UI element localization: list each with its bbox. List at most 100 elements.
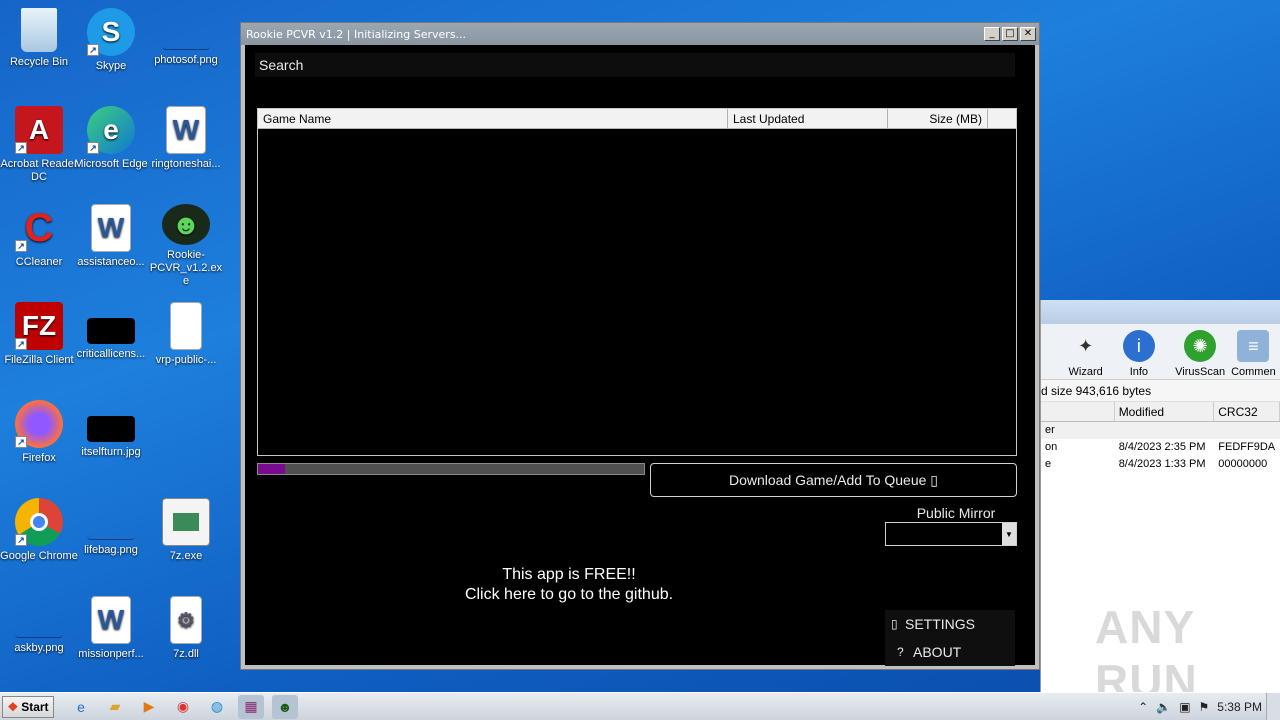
search-input[interactable]: Search [255,53,1015,77]
game-list-table[interactable]: Game Name Last Updated Size (MB) [257,108,1017,456]
column-last-updated[interactable]: Last Updated [728,109,888,129]
github-link[interactable]: This app is FREE!! Click here to go to t… [395,565,743,605]
start-label: Start [21,699,49,714]
desktop-icon-missionperf[interactable]: W missionperf... [72,590,150,680]
public-mirror-select[interactable]: ▼ [885,522,1017,546]
settings-button[interactable]: ▯ SETTINGS [885,610,1015,638]
image-file-icon [87,416,135,442]
desktop-icon-label: itselfturn.jpg [81,446,141,458]
chevron-down-icon[interactable]: ▼ [1002,523,1016,545]
window-title: Rookie PCVR v1.2 | Initializing Servers.… [246,27,467,41]
comment-icon: ≡ [1237,330,1270,362]
list-item-crc: 00000000 [1218,458,1268,470]
window-titlebar[interactable]: Rookie PCVR v1.2 | Initializing Servers.… [241,23,1039,45]
tool-label: Wizard [1068,366,1103,378]
tool-label: VirusScan [1175,366,1226,378]
volume-icon[interactable]: 🔈 [1156,700,1171,714]
download-game-button[interactable]: Download Game/Add To Queue ▯ [650,463,1017,497]
winrar-taskbar-icon[interactable]: ▦ [238,694,264,719]
start-button[interactable]: ❖ Start [2,695,54,718]
list-item[interactable]: on 8/4/2023 2:35 PM FEDFF9DA [1041,439,1280,456]
action-center-flag-icon[interactable]: ⚑ [1199,700,1210,714]
desktop-icon-askby[interactable]: askby.png [0,590,78,680]
wizard-icon: ✦ [1078,335,1094,356]
desktop-icon-filezilla[interactable]: FZ ↗ FileZilla Client [0,296,78,386]
desktop-icon-label: Recycle Bin [9,56,69,68]
taskbar: ❖ Start e ▰ ▶ ◉ ◍ ▦ ☻ ⌃ 🔈 ▣ ⚑ 5:38 PM [0,692,1280,720]
desktop-icon-photosof[interactable]: photosof.png [147,2,225,92]
rookie-taskbar-icon[interactable]: ☻ [272,694,298,719]
column-modified[interactable]: Modified [1115,402,1215,421]
system-tray: ⌃ 🔈 ▣ ⚑ 5:38 PM [1134,693,1280,720]
list-item[interactable]: er [1041,422,1280,439]
background-window-titlebar [1041,300,1280,324]
virusscan-icon: ✺ [1184,330,1217,362]
desktop-icon-label: Firefox [22,452,56,464]
desktop-icon-acrobat[interactable]: A ↗ Acrobat Reader DC [0,100,78,190]
column-game-name[interactable]: Game Name [258,109,728,129]
desktop-icon-recycle-bin[interactable]: Recycle Bin [0,2,78,92]
desktop-icon-assistanceo[interactable]: W assistanceo... [72,198,150,288]
chrome-taskbar-icon[interactable]: ◉ [170,695,196,719]
explorer-folder-icon[interactable]: ▰ [102,695,128,719]
background-window-toolbar: ✦ Wizard i Info ✺ VirusScan ≡ Commen [1041,324,1280,380]
network-icon[interactable]: ▣ [1179,700,1190,714]
desktop-icon-label: 7z.dll [173,648,199,660]
info-icon: i [1122,330,1155,362]
list-item[interactable]: e 8/4/2023 1:33 PM 00000000 [1041,456,1280,473]
tray-expand-icon[interactable]: ⌃ [1138,700,1148,714]
minimize-button[interactable]: _ [984,27,1000,41]
tool-info[interactable]: i Info [1112,324,1165,380]
recycle-bin-icon [21,8,57,52]
desktop-icon-7z-dll[interactable]: ⚙ 7z.dll [147,590,225,680]
tool-wizard[interactable]: ✦ Wizard [1059,324,1112,380]
list-item-modified: 8/4/2023 1:33 PM [1118,458,1206,470]
ie-icon[interactable]: e [68,695,94,719]
list-item-name: er [1045,424,1055,436]
close-button[interactable]: ✕ [1020,27,1036,41]
clock[interactable]: 5:38 PM [1217,700,1262,714]
desktop-icon-criticallicens[interactable]: criticallicens... [72,296,150,386]
public-mirror-value [886,523,1002,545]
github-link-text: Click here to go to the github. [464,586,674,603]
rookie-pcvr-window[interactable]: Rookie PCVR v1.2 | Initializing Servers.… [240,22,1040,670]
desktop-icon-itselfturn[interactable]: itselfturn.jpg [72,394,150,484]
game-list-header: Game Name Last Updated Size (MB) [258,109,1016,129]
desktop-icon-label: assistanceo... [77,256,145,268]
desktop-icon-skype[interactable]: S ↗ Skype [72,2,150,92]
settings-label: SETTINGS [905,616,976,632]
word-doc-icon: W [166,106,206,154]
desktop-icon-label: Skype [95,60,127,72]
desktop-icon-firefox[interactable]: ↗ Firefox [0,394,78,484]
desktop-icon-chrome[interactable]: ↗ Google Chrome [0,492,78,582]
chrome-icon: ↗ [15,498,63,546]
tool-comment[interactable]: ≡ Commen [1227,324,1280,380]
desktop-icon-7z-exe[interactable]: 7z.exe [147,492,225,582]
column-size-mb[interactable]: Size (MB) [888,109,988,129]
windows-logo-icon: ❖ [7,699,19,714]
tool-virusscan[interactable]: ✺ VirusScan [1174,324,1227,380]
about-button[interactable]: ? ABOUT [885,638,1015,666]
desktop-icon-ccleaner[interactable]: C ↗ CCleaner [0,198,78,288]
edge-icon: e ↗ [87,106,135,154]
desktop-icon-label: Rookie-PCVR_v1.2.exe [149,249,223,287]
desktop-icon-lifebag[interactable]: lifebag.png [72,492,150,582]
desktop-icon-edge[interactable]: e ↗ Microsoft Edge [72,100,150,190]
desktop-icon-label: Google Chrome [0,550,78,562]
list-item-name: e [1045,458,1052,470]
tool-label: Commen [1231,366,1276,378]
show-desktop-button[interactable] [1266,693,1280,720]
desktop-icon-ringtoneshai[interactable]: W ringtoneshai... [147,100,225,190]
public-mirror-label: Public Mirror [916,505,996,521]
desktop-icon-rookie[interactable]: ☻ Rookie-PCVR_v1.2.exe [147,198,225,288]
archive-list-header: Modified CRC32 [1041,402,1280,422]
media-player-icon[interactable]: ▶ [136,695,162,719]
image-file-icon [87,498,135,540]
free-notice: This app is FREE!! [502,566,636,583]
desktop-icon-vrp-public[interactable]: vrp-public-... [147,296,225,386]
maximize-button[interactable]: □ [1002,27,1018,41]
edge-taskbar-icon[interactable]: ◍ [204,695,230,719]
side-menu: ▯ SETTINGS ? ABOUT [885,610,1015,666]
blank-file-icon [170,302,202,350]
column-crc32[interactable]: CRC32 [1214,402,1280,421]
